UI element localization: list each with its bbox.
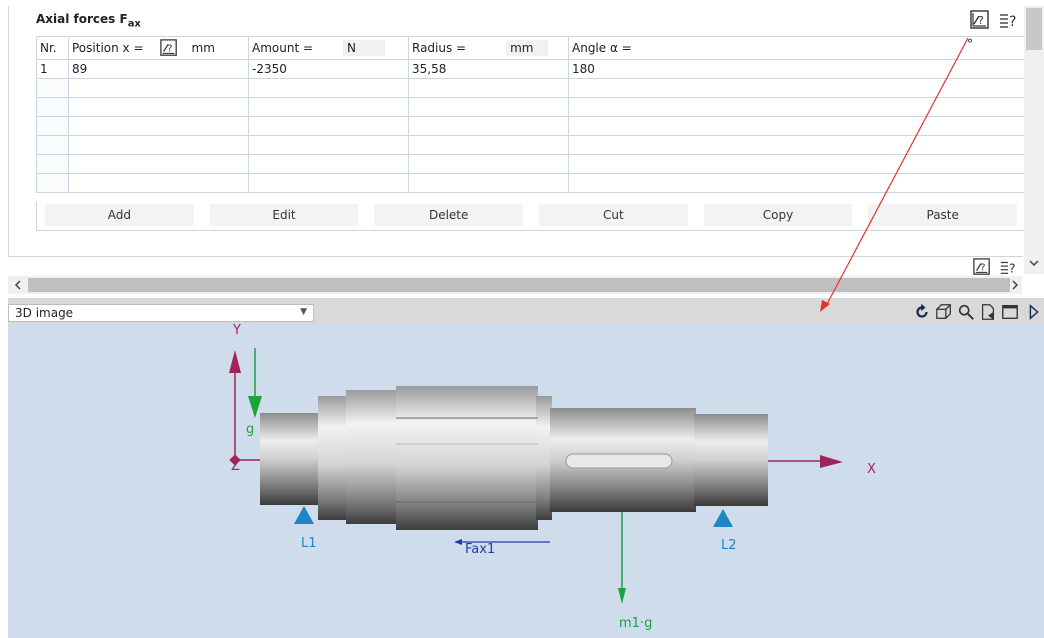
weight-arrow	[618, 512, 626, 604]
shaft-segment-right-journal	[694, 414, 768, 506]
bearing-right-label: L2	[721, 538, 737, 553]
shaft-segment-gear-edge	[536, 396, 552, 520]
shaft-segment-left-journal	[260, 413, 322, 505]
gravity-arrow	[248, 348, 262, 418]
shaft-3d-scene	[229, 37, 969, 604]
weight-label: m1·g	[619, 616, 653, 631]
axis-y-label: Y	[233, 323, 241, 338]
axis-x-label: X	[867, 462, 876, 477]
bearing-right-icon	[713, 509, 733, 527]
shaft-segment-gear	[396, 386, 538, 530]
keyway-slot	[565, 453, 673, 469]
shaft-segment-collar	[346, 390, 398, 524]
axial-force-label: Fax1	[465, 542, 496, 557]
shaft-segment-shoulder	[318, 396, 348, 520]
bearing-left-label: L1	[301, 536, 317, 551]
bearing-left-icon	[294, 506, 314, 524]
gravity-label: g	[246, 422, 255, 437]
shaft-body	[260, 386, 768, 530]
axis-z-label: Z	[231, 459, 240, 474]
annotation-arrow	[820, 37, 969, 312]
